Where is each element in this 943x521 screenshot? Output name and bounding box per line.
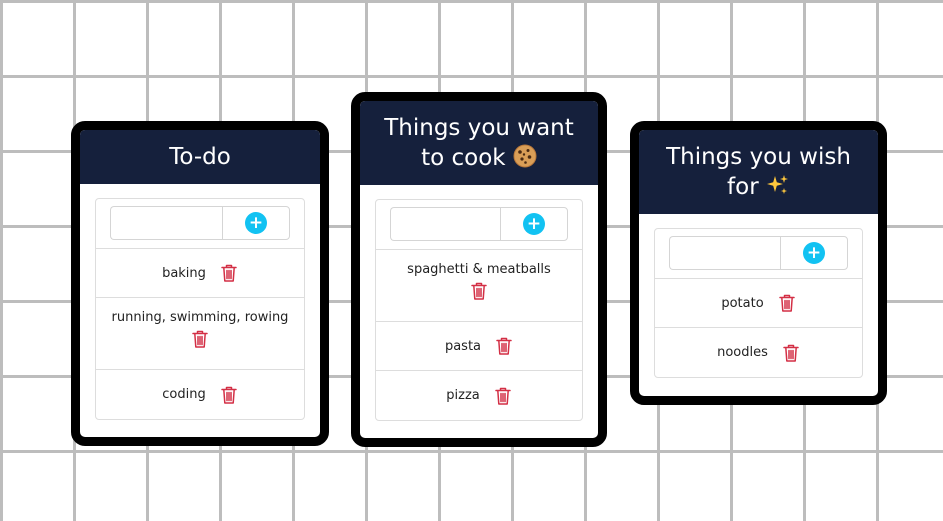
trash-icon[interactable] <box>782 343 800 363</box>
trash-icon[interactable] <box>220 263 238 283</box>
list-card-todo: To-do + baking running, swimming, rowing… <box>71 121 329 446</box>
list-item: running, swimming, rowing <box>96 298 304 370</box>
card-title: Things you want to cook <box>384 115 574 171</box>
list-card-cook: Things you want to cook + spaghetti & me… <box>351 92 607 447</box>
trash-icon[interactable] <box>470 281 488 301</box>
card-header: Things you wish for <box>639 130 878 214</box>
trash-icon[interactable] <box>220 385 238 405</box>
item-label: noodles <box>717 345 768 360</box>
card-header: To-do <box>80 130 320 184</box>
list-card-wish: Things you wish for + potato noodles <box>630 121 887 405</box>
cook-list: + spaghetti & meatballs pasta pizza <box>375 199 583 421</box>
add-item-button[interactable]: + <box>780 236 848 270</box>
add-item-row: + <box>655 229 862 279</box>
list-item: potato <box>655 279 862 328</box>
list-item: coding <box>96 370 304 419</box>
card-header: Things you want to cook <box>360 101 598 185</box>
trash-icon[interactable] <box>191 329 209 349</box>
list-item: baking <box>96 249 304 298</box>
trash-icon[interactable] <box>494 386 512 406</box>
trash-icon[interactable] <box>778 293 796 313</box>
card-body: + potato noodles <box>639 214 878 378</box>
list-item: spaghetti & meatballs <box>376 250 582 322</box>
item-label: potato <box>721 295 764 311</box>
card-title: To-do <box>169 144 231 170</box>
card-body: + spaghetti & meatballs pasta pizza <box>360 185 598 421</box>
item-label: baking <box>162 265 206 281</box>
wish-list: + potato noodles <box>654 228 863 378</box>
add-item-row: + <box>376 200 582 250</box>
item-label: spaghetti & meatballs <box>407 262 551 277</box>
list-item: pasta <box>376 322 582 371</box>
trash-icon[interactable] <box>495 336 513 356</box>
list-item: noodles <box>655 328 862 377</box>
card-title: Things you wish for <box>666 144 851 200</box>
item-label: pizza <box>446 388 480 403</box>
todo-list: + baking running, swimming, rowing codin… <box>95 198 305 420</box>
sparkles-icon <box>766 175 788 194</box>
list-item: pizza <box>376 371 582 420</box>
cookie-icon <box>513 144 537 168</box>
card-body: + baking running, swimming, rowing codin… <box>80 184 320 420</box>
add-item-row: + <box>96 199 304 249</box>
add-item-button[interactable]: + <box>222 206 290 240</box>
item-label: coding <box>162 387 206 402</box>
new-item-input[interactable] <box>110 206 222 240</box>
plus-circle-icon: + <box>245 212 267 234</box>
new-item-input[interactable] <box>669 236 780 270</box>
item-label: pasta <box>444 338 482 354</box>
item-label: running, swimming, rowing <box>111 310 289 325</box>
plus-circle-icon: + <box>803 242 825 264</box>
new-item-input[interactable] <box>390 207 500 241</box>
add-item-button[interactable]: + <box>500 207 568 241</box>
plus-circle-icon: + <box>523 213 545 235</box>
